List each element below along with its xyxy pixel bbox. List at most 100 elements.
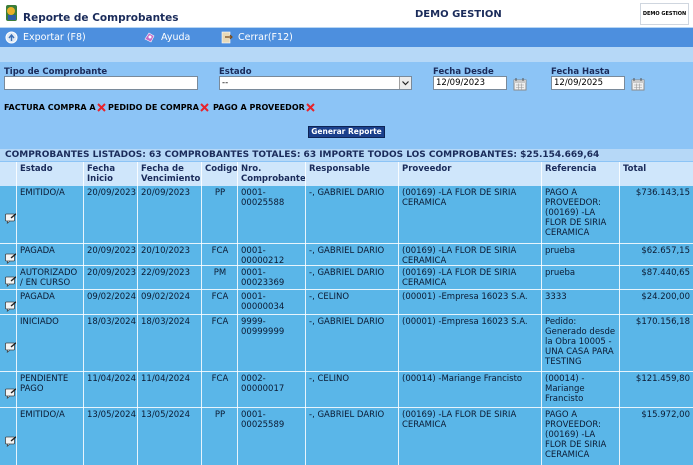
cell-codigo: PP (214, 410, 226, 420)
filter-chip-label: PAGO A PROVEEDOR (213, 103, 305, 112)
calendar-hasta-icon[interactable] (631, 77, 646, 91)
filter-chip: FACTURA COMPRA A (4, 103, 106, 112)
export-button[interactable]: Exportar (F8) (5, 30, 86, 45)
app-header: Reporte de Comprobantes DEMO GESTION DEM… (0, 0, 693, 28)
cell-fecha-vencimiento: 22/09/2023 (141, 268, 190, 278)
cell-responsable: -, GABRIEL DARIO (309, 410, 385, 420)
cell-responsable: -, GABRIEL DARIO (309, 188, 385, 198)
results-table: Estado Fecha Inicio Fecha de Vencimiento Co… (0, 162, 693, 465)
estado-value: -- (222, 78, 229, 88)
tipo-comprobante-input[interactable] (4, 76, 198, 90)
help-label: Ayuda (161, 32, 191, 43)
cell-responsable: -, CELINO (309, 374, 350, 384)
cell-total: $736.143,15 (635, 188, 690, 198)
table-row[interactable]: EMITIDO/A 13/05/2024 13/05/2024 PP 0001-0002… (0, 408, 693, 465)
cell-estado: PAGADA (20, 292, 55, 302)
help-button[interactable]: Ayuda (143, 30, 190, 45)
table-row[interactable]: PAGADA 09/02/2024 09/02/2024 FCA 0001-000000… (0, 290, 693, 315)
filter-chip: PAGO A PROVEEDOR (213, 103, 315, 112)
cell-fecha-inicio: 20/09/2023 (87, 188, 136, 198)
remove-filter-icon[interactable] (306, 103, 315, 112)
cell-fecha-inicio: 09/02/2024 (87, 292, 136, 302)
table-row[interactable]: INICIADO 18/03/2024 18/03/2024 FCA 9999-0099… (0, 315, 693, 372)
cell-codigo: PM (213, 268, 227, 278)
cell-total: $170.156,18 (635, 317, 690, 327)
cell-referencia: Pedido: Generado desde la Obra 10005 - U… (545, 317, 616, 367)
cell-nro-comprobante: 0001-00023369 (241, 268, 285, 288)
filter-chip-label: FACTURA COMPRA A (4, 103, 96, 112)
cell-nro-comprobante: 0002-00000017 (241, 374, 285, 394)
cell-proveedor: (00169) -LA FLOR DE SIRIA CERAMICA (402, 246, 517, 266)
cell-total: $15.972,00 (641, 410, 690, 420)
header-blank (0, 162, 17, 186)
col-codigo[interactable]: Codigo (202, 162, 238, 186)
generate-report-button[interactable]: Generar Reporte (308, 126, 385, 138)
fecha-hasta-input[interactable]: 12/09/2025 (551, 76, 625, 90)
app-logo-icon (6, 5, 17, 21)
col-proveedor[interactable]: Proveedor (399, 162, 542, 186)
column-divider (237, 162, 238, 465)
cell-referencia: PAGO A PROVEEDOR: (00169) -LA FLOR DE SI… (545, 188, 607, 238)
cell-estado: AUTORIZADO / EN CURSO (20, 268, 78, 288)
cell-fecha-inicio: 18/03/2024 (87, 317, 136, 327)
cell-nro-comprobante: 0001-00000212 (241, 246, 285, 266)
table-row[interactable]: AUTORIZADO / EN CURSO 20/09/2023 22/09/202… (0, 266, 693, 290)
estado-select[interactable]: -- (219, 76, 412, 90)
table-row[interactable]: EMITIDO/A 20/09/2023 20/09/2023 PP 0001-0002… (0, 186, 693, 244)
close-label: Cerrar(F12) (238, 32, 293, 43)
cell-estado: PAGADA (20, 246, 55, 256)
close-icon (221, 31, 233, 44)
close-button[interactable]: Cerrar(F12) (220, 30, 293, 45)
table-row[interactable]: PENDIENTE PAGO 11/04/2024 11/04/2024 FCA 000… (0, 372, 693, 408)
remove-filter-icon[interactable] (200, 103, 209, 112)
cell-codigo: FCA (211, 374, 229, 384)
cell-estado: EMITIDO/A (20, 188, 65, 198)
cell-nro-comprobante: 9999-00999999 (241, 317, 285, 337)
cell-codigo: PP (214, 188, 226, 198)
remove-filter-icon[interactable] (96, 103, 106, 112)
column-divider (83, 162, 84, 465)
col-responsable[interactable]: Responsable (306, 162, 399, 186)
col-referencia[interactable]: Referencia (542, 162, 620, 186)
page-title: Reporte de Comprobantes (23, 12, 179, 24)
cell-proveedor: (00169) -LA FLOR DE SIRIA CERAMICA (402, 188, 517, 208)
cell-nro-comprobante: 0001-00025589 (241, 410, 285, 430)
column-divider (619, 162, 620, 465)
fecha-desde-input[interactable]: 12/09/2023 (433, 76, 507, 90)
table-row[interactable]: PAGADA 20/09/2023 20/10/2023 FCA 0001-000002… (0, 244, 693, 266)
cell-referencia: prueba (545, 268, 576, 278)
col-fecha-vencimiento[interactable]: Fecha de Vencimiento (138, 162, 202, 186)
column-divider (137, 162, 138, 465)
cell-total: $121.459,80 (635, 374, 690, 384)
column-divider (305, 162, 306, 465)
summary-bar: COMPROBANTES LISTADOS: 63 COMPROBANTES T… (0, 149, 693, 161)
company-name: DEMO GESTION (415, 9, 502, 20)
chevron-down-icon (399, 77, 411, 89)
toolbar: Exportar (F8) Ayuda Cerrar(F12) (0, 28, 693, 47)
col-fecha-inicio[interactable]: Fecha Inicio (84, 162, 138, 186)
cell-proveedor: (00001) -Empresa 16023 S.A. (402, 317, 528, 327)
cell-codigo: FCA (211, 317, 229, 327)
cell-referencia: prueba (545, 246, 576, 256)
cell-responsable: -, GABRIEL DARIO (309, 246, 385, 256)
cell-fecha-vencimiento: 13/05/2024 (141, 410, 190, 420)
cell-fecha-vencimiento: 18/03/2024 (141, 317, 190, 327)
col-total[interactable]: Total (620, 162, 693, 186)
cell-fecha-vencimiento: 09/02/2024 (141, 292, 190, 302)
cell-fecha-vencimiento: 11/04/2024 (141, 374, 190, 384)
toolbar-subbar (0, 47, 693, 62)
column-divider (201, 162, 202, 465)
cell-estado: INICIADO (20, 317, 59, 327)
cell-codigo: FCA (211, 246, 229, 256)
export-label: Exportar (F8) (23, 32, 86, 43)
cell-total: $62.657,15 (641, 246, 690, 256)
cell-fecha-inicio: 20/09/2023 (87, 268, 136, 278)
calendar-desde-icon[interactable] (513, 77, 528, 91)
cell-referencia: 3333 (545, 292, 567, 302)
company-logo: DEMO GESTION (640, 3, 689, 25)
cell-codigo: FCA (211, 292, 229, 302)
col-estado[interactable]: Estado (17, 162, 84, 186)
cell-proveedor: (00001) -Empresa 16023 S.A. (402, 292, 528, 302)
col-nro-comprobante[interactable]: Nro. Comprobante (238, 162, 306, 186)
column-divider (541, 162, 542, 465)
